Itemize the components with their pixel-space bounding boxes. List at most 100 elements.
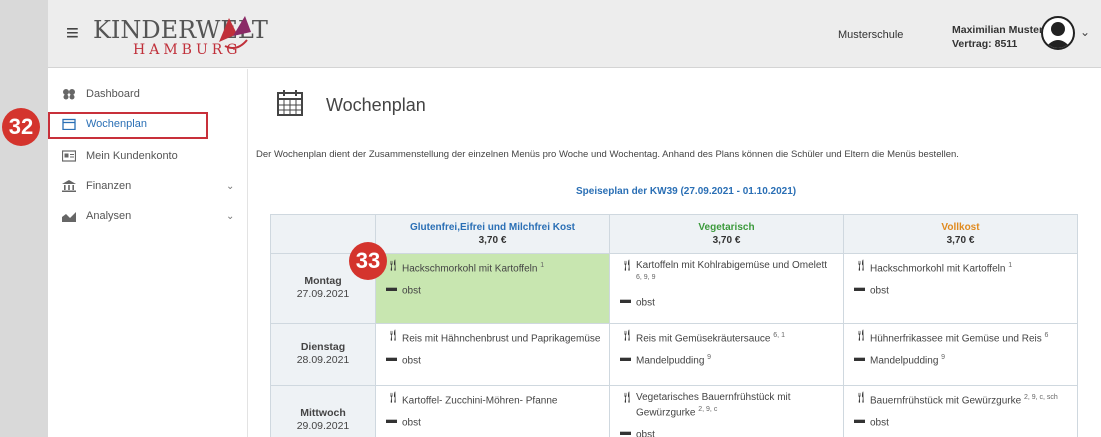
main-dish: 🍴︎ Reis mit Hähnchenbrust und Paprikagemü… bbox=[386, 330, 601, 345]
dessert: ▬ Mandelpudding 9 bbox=[854, 352, 1069, 367]
column-price: 3,70 € bbox=[478, 235, 507, 246]
top-bar: ≡ KINDERWELT HAMBURG Musterschule Maximi… bbox=[48, 0, 1101, 68]
sidebar-item-finanzen[interactable]: Finanzen ⌄ bbox=[62, 175, 234, 197]
meal-cell[interactable]: 🍴︎ Reis mit Gemüsekräutersauce 6, 1 ▬ Mande… bbox=[609, 322, 844, 386]
day-name: Dienstag bbox=[300, 341, 346, 354]
dessert-label: obst bbox=[402, 355, 421, 367]
dessert: ▬ obst bbox=[386, 352, 601, 367]
main-dish-label: Hackschmorkohl mit Kartoffeln bbox=[402, 263, 538, 275]
allergen-codes: 2, 9, c, sch bbox=[1023, 393, 1058, 401]
sidebar-item-dashboard[interactable]: Dashboard bbox=[62, 83, 140, 105]
user-name: Maximilian Muster bbox=[952, 24, 1044, 36]
day-cell: Dienstag 28.09.2021 bbox=[270, 322, 376, 386]
meal-cell[interactable]: 🍴︎ Hackschmorkohl mit Kartoffeln 1 ▬ obst bbox=[843, 253, 1078, 324]
chevron-down-icon: ⌄ bbox=[226, 180, 235, 192]
dessert-label: obst bbox=[870, 417, 889, 429]
main-dish: 🍴︎ Hühnerfrikassee mit Gemüse und Reis 6 bbox=[854, 330, 1069, 345]
dessert: ▬ obst bbox=[620, 294, 835, 309]
cutlery-icon: 🍴︎ bbox=[620, 260, 634, 272]
sidebar-item-kundenkonto[interactable]: Mein Kundenkonto bbox=[62, 145, 178, 167]
hamburger-icon[interactable]: ≡ bbox=[66, 22, 79, 44]
meal-cell[interactable]: 🍴︎ Hühnerfrikassee mit Gemüse und Reis 6 ▬… bbox=[843, 322, 1078, 386]
column-header-vollkost: Vollkost 3,70 € bbox=[843, 214, 1078, 254]
main-dish-label: Kartoffeln mit Kohlrabigemüse und Omelet… bbox=[636, 260, 828, 271]
sidebar-item-label: Finanzen bbox=[86, 180, 132, 192]
allergen-codes: 2, 9, c bbox=[698, 405, 718, 413]
table-row: Mittwoch 29.09.2021 🍴︎ Kartoffel- Zucchini-… bbox=[270, 384, 1078, 437]
column-price: 3,70 € bbox=[712, 235, 741, 246]
dessert-label: obst bbox=[402, 417, 421, 429]
allergen-codes: 9 bbox=[707, 353, 712, 361]
table-header-row: Glutenfrei,Eifrei und Milchfrei Kost 3,7… bbox=[270, 214, 1078, 254]
annotation-badge: 33 bbox=[349, 242, 387, 280]
school-name: Musterschule bbox=[838, 29, 904, 41]
bank-icon bbox=[62, 180, 76, 192]
day-cell: Mittwoch 29.09.2021 bbox=[270, 384, 376, 437]
dessert-label: obst bbox=[636, 429, 655, 437]
dessert: ▬ obst bbox=[854, 282, 1069, 297]
dessert-icon: ▬ bbox=[386, 351, 397, 364]
main-dish: 🍴︎ Hackschmorkohl mit Kartoffeln 1 bbox=[854, 260, 1069, 275]
column-price: 3,70 € bbox=[946, 235, 975, 246]
page-intro: Der Wochenplan dient der Zusammenstellun… bbox=[256, 149, 959, 160]
allergen-codes: 9 bbox=[941, 353, 946, 361]
meal-cell[interactable]: 🍴︎ Hackschmorkohl mit Kartoffeln 1 ▬ obst bbox=[375, 253, 610, 324]
main-dish-label: Hackschmorkohl mit Kartoffeln bbox=[870, 263, 1006, 275]
sidebar-highlight-box bbox=[48, 112, 208, 139]
dessert: ▬ obst bbox=[386, 414, 601, 429]
cutlery-icon: 🍴︎ bbox=[386, 391, 400, 404]
cutlery-icon: 🍴︎ bbox=[620, 329, 634, 342]
logo-mark-icon bbox=[219, 16, 251, 49]
dessert-icon: ▬ bbox=[854, 282, 865, 295]
contract-number: Vertrag: 8511 bbox=[952, 38, 1018, 50]
chevron-down-icon[interactable]: ⌄ bbox=[1080, 25, 1090, 39]
dessert-label: obst bbox=[636, 297, 655, 309]
user-avatar-icon bbox=[1045, 22, 1071, 48]
column-name: Vollkost bbox=[941, 222, 980, 233]
day-date: 29.09.2021 bbox=[296, 419, 350, 432]
dessert-label: obst bbox=[402, 285, 421, 297]
sidebar-item-analysen[interactable]: Analysen ⌄ bbox=[62, 205, 234, 227]
main-dish-label: Hühnerfrikassee mit Gemüse und Reis bbox=[870, 332, 1042, 344]
app-window: ≡ KINDERWELT HAMBURG Musterschule Maximi… bbox=[48, 0, 1101, 437]
dessert-icon: ▬ bbox=[386, 413, 397, 426]
plan-title: Speiseplan der KW39 (27.09.2021 - 01.10.… bbox=[576, 186, 797, 197]
dessert-icon: ▬ bbox=[620, 425, 631, 437]
avatar[interactable] bbox=[1041, 16, 1075, 50]
dessert: ▬ obst bbox=[854, 414, 1069, 429]
weekly-plan-table: Glutenfrei,Eifrei und Milchfrei Kost 3,7… bbox=[270, 214, 1078, 437]
dessert-label: Mandelpudding bbox=[636, 355, 705, 367]
cutlery-icon: 🍴︎ bbox=[854, 391, 868, 404]
dessert: ▬ Mandelpudding 9 bbox=[620, 352, 835, 367]
meal-cell[interactable]: 🍴︎ Kartoffeln mit Kohlrabigemüse und Omel… bbox=[609, 253, 844, 324]
cutlery-icon: 🍴︎ bbox=[386, 329, 400, 342]
column-header-glutenfrei: Glutenfrei,Eifrei und Milchfrei Kost 3,7… bbox=[375, 214, 610, 254]
annotation-badge: 32 bbox=[2, 108, 40, 146]
calendar-icon bbox=[277, 90, 303, 116]
main-dish: 🍴︎ Bauernfrühstück mit Gewürzgurke 2, 9, … bbox=[854, 392, 1069, 407]
meal-cell[interactable]: 🍴︎ Kartoffel- Zucchini-Möhren- Pfanne ▬ ob… bbox=[375, 384, 610, 437]
page-title: Wochenplan bbox=[326, 95, 426, 115]
dessert: ▬ obst bbox=[620, 426, 835, 437]
dessert-label: Mandelpudding bbox=[870, 355, 939, 367]
allergen-codes: 1 bbox=[540, 262, 545, 269]
meal-cell[interactable]: 🍴︎ Vegetarisches Bauernfrühstück mit Gewü… bbox=[609, 384, 844, 437]
main-dish: 🍴︎ Kartoffel- Zucchini-Möhren- Pfanne bbox=[386, 392, 601, 407]
dessert-label: obst bbox=[870, 285, 889, 297]
main-dish: 🍴︎ Kartoffeln mit Kohlrabigemüse und Omel… bbox=[620, 260, 835, 287]
table-row: Montag 27.09.2021 🍴︎ Hackschmorkohl mit Kar… bbox=[270, 253, 1078, 324]
user-info[interactable]: Maximilian Muster Vertrag: 8511 bbox=[952, 23, 1043, 51]
cutlery-icon: 🍴︎ bbox=[620, 391, 634, 404]
column-header-vegetarisch: Vegetarisch 3,70 € bbox=[609, 214, 844, 254]
meal-cell[interactable]: 🍴︎ Reis mit Hähnchenbrust und Paprikagemü… bbox=[375, 322, 610, 386]
main-dish: 🍴︎ Reis mit Gemüsekräutersauce 6, 1 bbox=[620, 330, 835, 345]
main-dish: 🍴︎ Hackschmorkohl mit Kartoffeln 1 bbox=[386, 260, 601, 275]
meal-cell[interactable]: 🍴︎ Bauernfrühstück mit Gewürzgurke 2, 9, … bbox=[843, 384, 1078, 437]
logo[interactable]: KINDERWELT HAMBURG bbox=[93, 10, 268, 60]
id-card-icon bbox=[62, 150, 76, 162]
table-row: Dienstag 28.09.2021 🍴︎ Reis mit Hähnchenbru… bbox=[270, 322, 1078, 386]
cutlery-icon: 🍴︎ bbox=[854, 260, 868, 272]
dessert-icon: ▬ bbox=[620, 294, 631, 307]
column-name: Vegetarisch bbox=[698, 222, 755, 233]
dessert-icon: ▬ bbox=[854, 351, 865, 364]
